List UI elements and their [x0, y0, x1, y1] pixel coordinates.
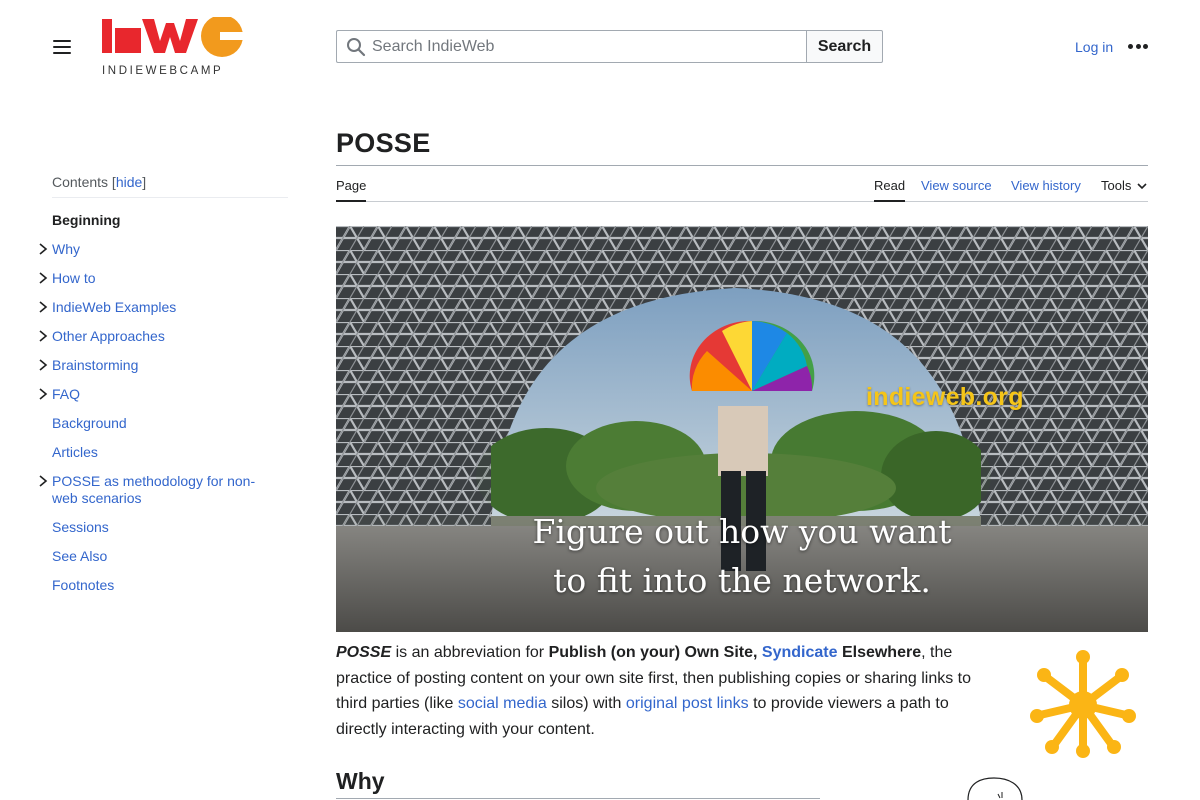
table-of-contents: Contents [hide] Beginning Why How to IndieW… — [39, 174, 288, 593]
toc-link[interactable]: Sessions — [52, 519, 272, 536]
title-divider — [336, 165, 1148, 166]
original-post-links-link[interactable]: original post links — [626, 695, 749, 712]
tools-label: Tools — [1101, 178, 1132, 193]
toc-item: POSSE as methodology for non-web scenari… — [39, 473, 272, 507]
toc-title: Contents — [52, 174, 109, 190]
chevron-right-icon[interactable] — [38, 475, 48, 487]
search-form: Search — [336, 30, 883, 63]
toc-link[interactable]: Other Approaches — [52, 328, 272, 345]
toc-link[interactable]: How to — [52, 270, 272, 287]
menu-icon-bar — [53, 46, 71, 48]
hero-caption-line-1: Figure out how you want — [532, 512, 952, 551]
intro-text: silos) with — [546, 695, 626, 712]
syndicate-link-text: Syndicate — [761, 644, 838, 661]
toc-item: How to — [39, 270, 272, 287]
main-menu-button[interactable] — [53, 40, 71, 54]
intro-text: is an abbreviation for — [391, 644, 549, 661]
section-heading-why: Why — [336, 768, 385, 794]
search-button[interactable]: Search — [806, 30, 883, 63]
chevron-right-icon[interactable] — [38, 330, 48, 342]
chevron-right-icon[interactable] — [38, 301, 48, 313]
posse-syndication-icon — [1030, 650, 1136, 758]
toc-item: Footnotes — [52, 577, 272, 594]
toc-link[interactable]: Beginning — [52, 212, 272, 229]
hero-site-url: indieweb.org — [866, 383, 1024, 411]
toc-hide-link[interactable]: hide — [116, 174, 142, 190]
more-options-button[interactable] — [1128, 44, 1148, 50]
indiewebcamp-logo-icon — [102, 15, 244, 57]
login-link[interactable]: Log in — [1075, 39, 1113, 55]
section-divider — [336, 798, 820, 799]
toc-item: Other Approaches — [39, 328, 272, 345]
tab-read[interactable]: Read — [874, 178, 906, 202]
hero-caption-line-2: to fit into the network. — [553, 561, 931, 600]
tab-view-source[interactable]: View source — [921, 178, 992, 200]
tab-view-history[interactable]: View history — [1011, 178, 1081, 200]
ellipsis-icon-dot — [1143, 44, 1148, 49]
page-tabs: Page Read View source View history Tools — [336, 177, 1148, 202]
chevron-right-icon[interactable] — [38, 388, 48, 400]
chevron-right-icon[interactable] — [38, 243, 48, 255]
toc-link[interactable]: Brainstorming — [52, 357, 272, 374]
intro-paragraph: POSSE is an abbreviation for Publish (on… — [336, 640, 1001, 742]
chevron-right-icon[interactable] — [38, 272, 48, 284]
toc-item: Why — [39, 241, 272, 258]
chevron-right-icon[interactable] — [38, 359, 48, 371]
tab-page[interactable]: Page — [336, 178, 367, 202]
tools-menu[interactable]: Tools — [1101, 178, 1147, 200]
search-input[interactable] — [372, 37, 806, 56]
toc-item: Beginning — [52, 212, 272, 229]
toc-link[interactable]: Articles — [52, 444, 272, 461]
chevron-down-icon — [1137, 183, 1147, 190]
hero-image: indieweb.org Figure out how you want to … — [336, 226, 1148, 632]
ellipsis-icon-dot — [1135, 44, 1141, 49]
toc-item: Background — [52, 415, 272, 432]
toc-header: Contents [hide] — [52, 174, 288, 198]
site-logo[interactable]: INDIEWEBCAMP — [102, 15, 244, 77]
menu-icon-bar — [53, 40, 71, 42]
toc-item: FAQ — [39, 386, 272, 403]
toc-link[interactable]: IndieWeb Examples — [52, 299, 272, 316]
search-box[interactable] — [336, 30, 806, 63]
posse-abbr: POSSE — [336, 644, 392, 661]
toc-link[interactable]: Footnotes — [52, 577, 272, 594]
toc-link[interactable]: Why — [52, 241, 272, 258]
sketch-doodle-icon — [967, 777, 1023, 800]
toc-item: IndieWeb Examples — [39, 299, 272, 316]
ellipsis-icon-dot — [1128, 44, 1133, 49]
toc-link[interactable]: POSSE as methodology for non-web scenari… — [52, 473, 272, 507]
toc-link[interactable]: See Also — [52, 548, 272, 565]
social-media-link[interactable]: social media — [458, 695, 547, 712]
toc-item: Brainstorming — [39, 357, 272, 374]
syndicate-link[interactable]: Syndicate — [762, 644, 838, 661]
toc-item: Articles — [52, 444, 272, 461]
toc-link[interactable]: FAQ — [52, 386, 272, 403]
page-title: POSSE — [336, 128, 431, 158]
menu-icon-bar — [53, 52, 71, 54]
intro-bold: Publish (on your) Own Site, — [548, 644, 762, 661]
toc-item: Sessions — [52, 519, 272, 536]
toc-item: See Also — [52, 548, 272, 565]
intro-bold: Elsewhere — [837, 644, 922, 661]
logo-wordmark: INDIEWEBCAMP — [102, 65, 224, 77]
toc-link[interactable]: Background — [52, 415, 272, 432]
search-icon — [347, 37, 366, 56]
